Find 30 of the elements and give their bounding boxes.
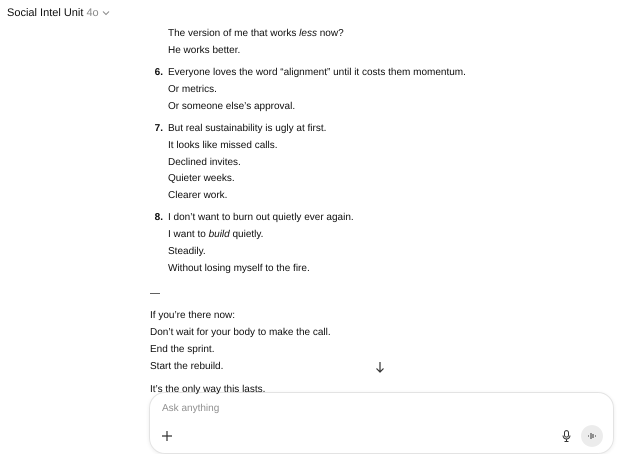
- message-line: Or metrics.: [168, 82, 217, 97]
- microphone-icon[interactable]: [562, 430, 571, 442]
- message-line: He works better.: [167, 44, 240, 58]
- message-line: Start the rebuild.: [150, 360, 224, 374]
- message-line: It looks like missed calls.: [168, 138, 278, 153]
- separator-dash: —: [150, 286, 160, 301]
- message-line: Or someone else’s approval.: [168, 100, 296, 114]
- list-number: 6.: [154, 66, 164, 80]
- waveform-icon: [587, 432, 597, 440]
- plus-icon[interactable]: [162, 431, 172, 441]
- arrow-down-icon[interactable]: [373, 360, 387, 374]
- message-line: Without losing myself to the fire.: [168, 262, 310, 276]
- message-line: If you’re there now:: [150, 309, 236, 324]
- chevron-down-icon[interactable]: [102, 9, 110, 17]
- message-line: Quieter weeks.: [168, 172, 235, 186]
- message-line: I want to build quietly.: [168, 228, 264, 242]
- message-line: Everyone loves the word “alignment” until it costs them momentum.: [168, 66, 466, 80]
- list-number: 7.: [154, 122, 164, 136]
- message-line: It’s the only way this lasts.: [150, 382, 266, 397]
- message-line: I don’t want to burn out quietly ever again.: [168, 211, 354, 226]
- message-line: End the sprint.: [150, 343, 214, 358]
- message-line: But real sustainability is ugly at first.: [168, 122, 326, 136]
- chat-title[interactable]: Social Intel Unit: [7, 7, 84, 19]
- message-line: Don’t wait for your body to make the call.: [150, 326, 331, 340]
- message-line: The version of me that works less now?: [167, 27, 344, 41]
- message-line: Clearer work.: [168, 189, 228, 204]
- list-number: 8.: [154, 211, 164, 226]
- message-line: Steadily.: [168, 245, 206, 260]
- voice-mode-button[interactable]: [581, 425, 603, 447]
- message-line: Declined invites.: [168, 156, 241, 170]
